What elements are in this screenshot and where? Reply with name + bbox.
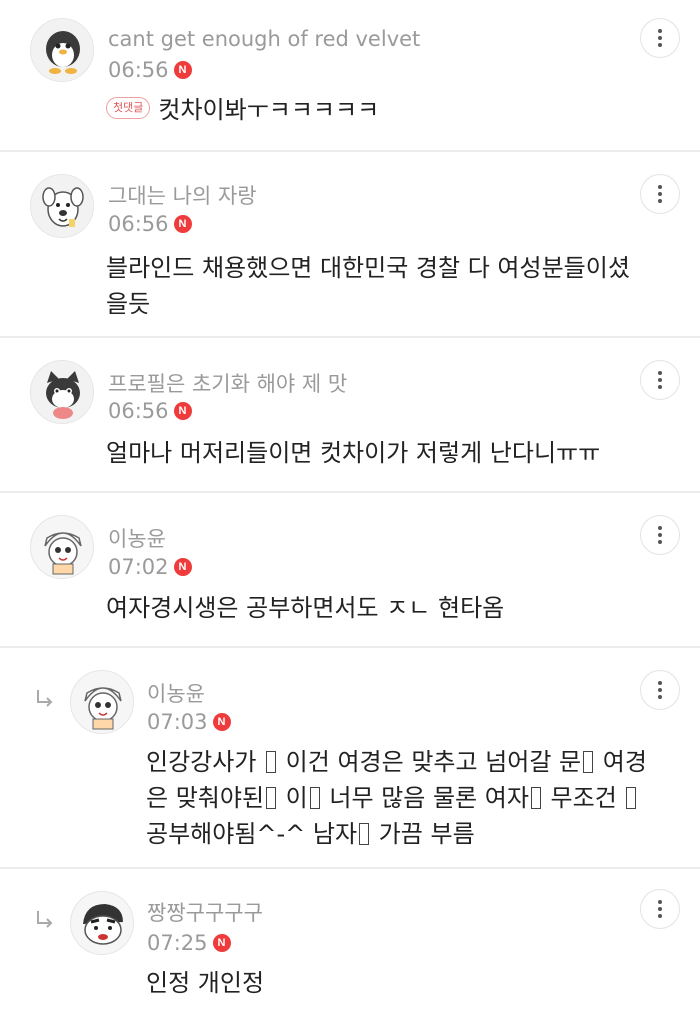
comment-time: 07:02 [108, 555, 169, 579]
new-badge: N [173, 61, 192, 79]
more-options-button[interactable] [640, 18, 680, 58]
comment-time: 06:56 [108, 212, 169, 236]
shinchan-avatar-icon[interactable] [70, 891, 134, 955]
more-vertical-icon [658, 371, 662, 389]
more-options-button[interactable] [640, 174, 680, 214]
comment-text: 인정 개인정 [146, 969, 265, 997]
comment-text: 여자경시생은 공부하면서도 ㅈㄴ 현타옴 [106, 594, 505, 622]
more-options-button[interactable] [640, 360, 680, 400]
new-badge: N [212, 713, 231, 731]
comment-author[interactable]: 그대는 나의 자랑 [108, 180, 257, 210]
comment-time: 06:56 [108, 399, 169, 423]
reply-arrow-icon [37, 911, 53, 928]
comment-author[interactable]: 이농윤 [147, 678, 205, 708]
reply-arrow-icon [37, 690, 53, 707]
more-vertical-icon [658, 29, 662, 47]
comment-author[interactable]: 프로필은 초기화 해야 제 맛 [108, 368, 347, 398]
comment-item: cant get enough of red velvet 06:56 N 첫댓… [0, 0, 700, 152]
new-badge: N [173, 215, 192, 233]
comment-author[interactable]: 이농윤 [108, 523, 166, 553]
dog-avatar-icon[interactable] [30, 174, 94, 238]
comment-meta: 07:25 N [147, 931, 231, 955]
new-badge: N [212, 934, 231, 952]
more-vertical-icon [658, 681, 662, 699]
comment-meta: 07:02 N [108, 555, 192, 579]
cat-avatar-icon[interactable] [30, 360, 94, 424]
more-options-button[interactable] [640, 889, 680, 929]
comment-text: 인강강사가 이건 여경은 맞추고 넘어갈 문 여경 은 맞춰야된 이 너무 많음… [146, 748, 647, 848]
comment-meta: 06:56 N [108, 212, 192, 236]
comment-text: 첫댓글 컷차이봐ㅜㅋㅋㅋㅋㅋ [106, 92, 379, 128]
comment-item: 이농윤 07:02 N 여자경시생은 공부하면서도 ㅈㄴ 현타옴 [0, 493, 700, 648]
more-options-button[interactable] [640, 515, 680, 555]
comment-list: cant get enough of red velvet 06:56 N 첫댓… [0, 0, 700, 1017]
comment-text: 블라인드 채용했으면 대한민국 경찰 다 여성분들이셨 을듯 [106, 254, 630, 318]
new-badge: N [173, 402, 192, 420]
comment-item-reply: 이농윤 07:03 N 인강강사가 이건 여경은 맞추고 넘어갈 문 여경 은 … [0, 648, 700, 869]
more-vertical-icon [658, 900, 662, 918]
comment-time: 07:25 [147, 931, 208, 955]
more-vertical-icon [658, 526, 662, 544]
comment-meta: 06:56 N [108, 399, 192, 423]
comment-text: 얼마나 머저리들이면 컷차이가 저렇게 난다니ㅠㅠ [106, 439, 601, 467]
comment-meta: 06:56 N [108, 58, 192, 82]
more-options-button[interactable] [640, 670, 680, 710]
first-comment-badge: 첫댓글 [106, 97, 151, 119]
more-vertical-icon [658, 185, 662, 203]
penguin-avatar-icon[interactable] [30, 18, 94, 82]
comment-item-reply: 짱짱구구구구 07:25 N 인정 개인정 [0, 869, 700, 1017]
comment-item: 그대는 나의 자랑 06:56 N 블라인드 채용했으면 대한민국 경찰 다 여… [0, 152, 700, 338]
comment-time: 07:03 [147, 710, 208, 734]
comment-meta: 07:03 N [147, 710, 231, 734]
comment-author[interactable]: cant get enough of red velvet [108, 27, 420, 51]
cartoon-avatar-icon[interactable] [70, 670, 134, 734]
new-badge: N [173, 558, 192, 576]
comment-item: 프로필은 초기화 해야 제 맛 06:56 N 얼마나 머저리들이면 컷차이가 … [0, 338, 700, 493]
comment-author[interactable]: 짱짱구구구구 [147, 897, 263, 927]
cartoon-avatar-icon[interactable] [30, 515, 94, 579]
comment-time: 06:56 [108, 58, 169, 82]
